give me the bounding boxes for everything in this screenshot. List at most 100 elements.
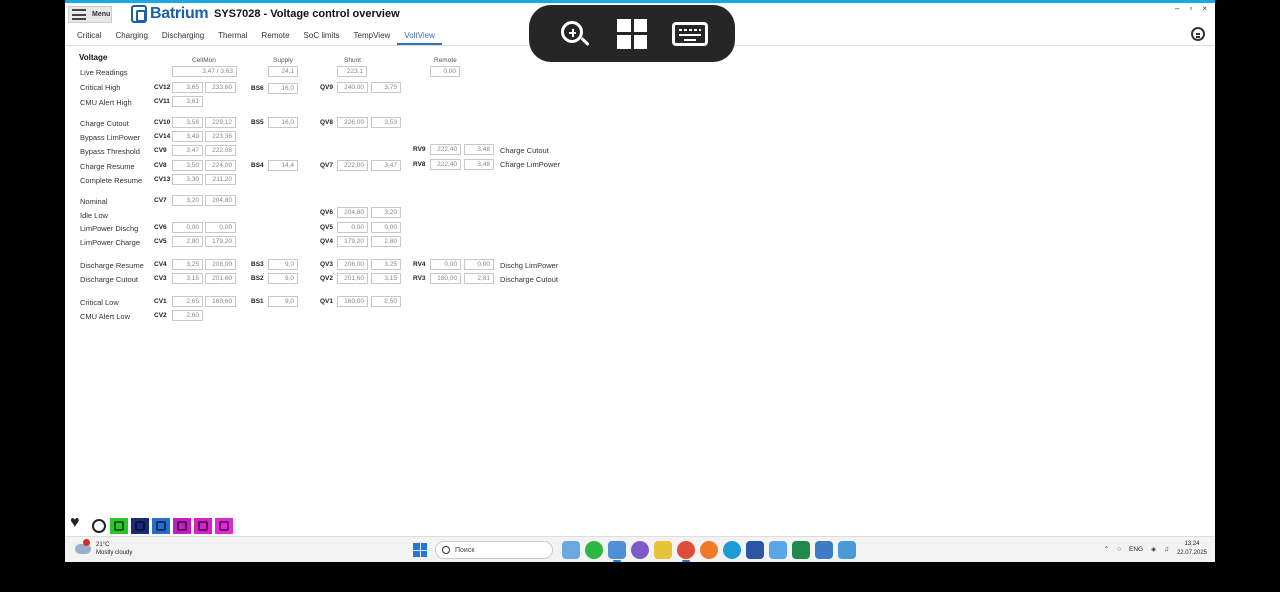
cv8-cell-field[interactable]: 3,50 <box>172 160 203 171</box>
bs4-field[interactable]: 14,4 <box>268 160 298 171</box>
phone-app-icon[interactable] <box>815 541 833 559</box>
cv7-cell-field[interactable]: 3,20 <box>172 195 203 206</box>
cv13-pack-field[interactable]: 211,20 <box>205 174 236 185</box>
language-indicator[interactable]: ENG <box>1129 546 1143 553</box>
tools-icon[interactable] <box>194 518 212 534</box>
cv13-cell-field[interactable]: 3,30 <box>172 174 203 185</box>
cv5-cell-field[interactable]: 2,80 <box>172 236 203 247</box>
cv1-pack-field[interactable]: 169,60 <box>205 296 236 307</box>
cv10-cell-field[interactable]: 3,58 <box>172 117 203 128</box>
edge-app-icon[interactable] <box>723 541 741 559</box>
rv9-pack-field[interactable]: 222,40 <box>430 144 461 155</box>
battery-icon[interactable] <box>152 518 170 534</box>
qv9-pack-field[interactable]: 240,00 <box>337 82 368 93</box>
gauge-icon[interactable] <box>92 519 106 533</box>
cell-icon[interactable] <box>131 518 149 534</box>
wifi-icon[interactable]: ◈ <box>1151 545 1156 553</box>
firefox-app-icon[interactable] <box>700 541 718 559</box>
chrome-app-icon[interactable] <box>677 541 695 562</box>
cv9-pack-field[interactable]: 222,08 <box>205 145 236 156</box>
cv11-cell-field[interactable]: 3,61 <box>172 96 203 107</box>
qv5-cell-field[interactable]: 0,00 <box>371 222 401 233</box>
qv7-pack-field[interactable]: 222,00 <box>337 160 368 171</box>
windows-start-icon[interactable] <box>413 543 427 557</box>
qv2-cell-field[interactable]: 3,15 <box>371 273 401 284</box>
qv2-pack-field[interactable]: 201,60 <box>337 273 368 284</box>
qv9-cell-field[interactable]: 3,75 <box>371 82 401 93</box>
close-button[interactable]: × <box>1202 4 1207 13</box>
clock[interactable]: 13:24 22.07.2025 <box>1177 540 1207 558</box>
rv8-cell-field[interactable]: 3,48 <box>464 159 494 170</box>
minimize-button[interactable]: – <box>1175 4 1179 13</box>
cv4-pack-field[interactable]: 208,00 <box>205 259 236 270</box>
restore-button[interactable]: ▫ <box>1189 4 1192 13</box>
load-icon[interactable] <box>215 518 233 534</box>
cv7-pack-field[interactable]: 204,80 <box>205 195 236 206</box>
tab-thermal[interactable]: Thermal <box>211 30 254 44</box>
save-app-icon[interactable] <box>746 541 764 559</box>
bs5-field[interactable]: 16,0 <box>268 117 298 128</box>
qv8-pack-field[interactable]: 226,00 <box>337 117 368 128</box>
cv6-cell-field[interactable]: 0,00 <box>172 222 203 233</box>
run-icon[interactable] <box>110 518 128 534</box>
qv5-pack-field[interactable]: 0,00 <box>337 222 368 233</box>
heart-icon[interactable] <box>70 514 88 534</box>
tab-charging[interactable]: Charging <box>108 30 154 44</box>
user-icon[interactable] <box>1191 27 1205 41</box>
viber-app-icon[interactable] <box>631 541 649 559</box>
zoom-in-icon[interactable] <box>556 16 592 52</box>
game-app-icon[interactable] <box>654 541 672 559</box>
rv9-cell-field[interactable]: 3,48 <box>464 144 494 155</box>
qv3-pack-field[interactable]: 208,00 <box>337 259 368 270</box>
cv5-pack-field[interactable]: 179,20 <box>205 236 236 247</box>
cv12-pack-field[interactable]: 233,60 <box>205 82 236 93</box>
volume-icon[interactable]: ♫ <box>1164 546 1169 553</box>
cv2-cell-field[interactable]: 2,60 <box>172 310 203 321</box>
tab-remote[interactable]: Remote <box>255 30 297 44</box>
qv8-cell-field[interactable]: 3,53 <box>371 117 401 128</box>
qv4-cell-field[interactable]: 2,80 <box>371 236 401 247</box>
cv10-pack-field[interactable]: 229,12 <box>205 117 236 128</box>
chevron-up-icon[interactable]: ⌃ <box>1104 545 1109 553</box>
bs3-field[interactable]: 9,0 <box>268 259 298 270</box>
widgets-app-icon[interactable] <box>562 541 580 559</box>
qv6-pack-field[interactable]: 204,80 <box>337 207 368 218</box>
batrium-app-icon[interactable] <box>608 541 626 562</box>
tab-tempview[interactable]: TempView <box>347 30 398 44</box>
3d-app-icon[interactable] <box>838 541 856 559</box>
windows-icon[interactable] <box>614 16 650 52</box>
rv3-cell-field[interactable]: 2,81 <box>464 273 494 284</box>
cv3-cell-field[interactable]: 3,15 <box>172 273 203 284</box>
cv14-pack-field[interactable]: 223,36 <box>205 131 236 142</box>
taskbar-search[interactable]: Поиск <box>435 541 553 559</box>
qv1-pack-field[interactable]: 160,00 <box>337 296 368 307</box>
cv14-cell-field[interactable]: 3,49 <box>172 131 203 142</box>
copilot-app-icon[interactable] <box>769 541 787 559</box>
qv6-cell-field[interactable]: 3,20 <box>371 207 401 218</box>
bs1-field[interactable]: 9,0 <box>268 296 298 307</box>
cv12-cell-field[interactable]: 3,65 <box>172 82 203 93</box>
cv4-cell-field[interactable]: 3,25 <box>172 259 203 270</box>
whatsapp-app-icon[interactable] <box>585 541 603 559</box>
keyboard-icon[interactable] <box>672 16 708 52</box>
qv1-cell-field[interactable]: 2,50 <box>371 296 401 307</box>
rv8-pack-field[interactable]: 222,40 <box>430 159 461 170</box>
cv8-pack-field[interactable]: 224,00 <box>205 160 236 171</box>
fan-icon[interactable] <box>173 518 191 534</box>
tab-critical[interactable]: Critical <box>70 30 108 44</box>
qv7-cell-field[interactable]: 3,47 <box>371 160 401 171</box>
bs2-field[interactable]: 9,0 <box>268 273 298 284</box>
cv1-cell-field[interactable]: 2,65 <box>172 296 203 307</box>
rv4-pack-field[interactable]: 0,00 <box>430 259 461 270</box>
qv3-cell-field[interactable]: 3,25 <box>371 259 401 270</box>
qv4-pack-field[interactable]: 179,20 <box>337 236 368 247</box>
weather-widget[interactable]: 21°C Mostly cloudy <box>75 539 132 557</box>
cv9-cell-field[interactable]: 3,47 <box>172 145 203 156</box>
tab-discharging[interactable]: Discharging <box>155 30 211 44</box>
cv3-pack-field[interactable]: 201,60 <box>205 273 236 284</box>
rv3-pack-field[interactable]: 180,00 <box>430 273 461 284</box>
cv6-pack-field[interactable]: 0,00 <box>205 222 236 233</box>
tab-soc-limits[interactable]: SoC limits <box>297 30 347 44</box>
network-icon[interactable]: ○ <box>1117 546 1121 553</box>
tab-voltview[interactable]: VoltView <box>397 30 442 45</box>
